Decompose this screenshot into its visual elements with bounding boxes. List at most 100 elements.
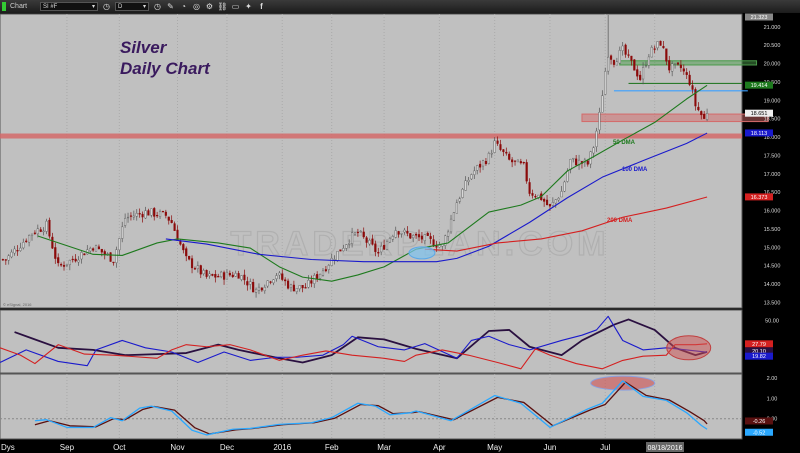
- candle: [706, 113, 709, 120]
- candle: [257, 286, 261, 291]
- candle: [51, 236, 54, 249]
- month-label: Mar: [377, 443, 391, 452]
- candle: [150, 208, 153, 216]
- candle: [129, 215, 133, 217]
- clock-icon[interactable]: ◷: [153, 2, 162, 11]
- candle: [447, 231, 450, 237]
- candle: [356, 231, 359, 234]
- candle: [647, 56, 650, 66]
- candle: [609, 55, 613, 60]
- candle: [630, 55, 633, 61]
- value-tag-label: 18.651: [751, 111, 768, 117]
- clock-icon[interactable]: ◷: [102, 2, 111, 11]
- candle: [621, 45, 624, 51]
- month-label: May: [487, 443, 502, 452]
- symbol-input[interactable]: SI #F ▾: [40, 2, 98, 11]
- price-tick: 17.500: [764, 153, 781, 159]
- candle: [80, 252, 83, 260]
- candle: [173, 223, 176, 231]
- candle: [190, 258, 194, 269]
- candle: [449, 218, 453, 233]
- price-tick: 14.000: [764, 282, 781, 288]
- candle: [167, 216, 170, 221]
- candle: [516, 159, 520, 163]
- candle: [240, 275, 243, 280]
- pencil-icon[interactable]: ✎: [166, 2, 175, 11]
- candle: [132, 215, 135, 218]
- value-tag-label: -0.26: [753, 419, 766, 425]
- candle: [278, 272, 281, 276]
- candle: [202, 270, 205, 275]
- candle: [1, 259, 4, 261]
- link-icon[interactable]: ⛓: [217, 2, 227, 11]
- candle: [185, 248, 188, 257]
- candle: [374, 243, 377, 252]
- candle: [220, 271, 223, 278]
- candle: [339, 249, 342, 252]
- candle: [554, 199, 557, 204]
- candle: [551, 202, 554, 206]
- candle: [252, 282, 255, 293]
- candle: [703, 114, 706, 119]
- candle: [295, 288, 298, 292]
- candle: [164, 211, 167, 216]
- candle: [208, 273, 211, 277]
- candle: [385, 241, 389, 250]
- price-tick: 14.500: [764, 264, 781, 270]
- twitter-icon[interactable]: ✦: [244, 2, 253, 11]
- candle: [182, 244, 185, 251]
- candle: [112, 261, 115, 264]
- candle: [25, 240, 28, 242]
- osc2-tick: 1.00: [767, 396, 778, 402]
- candle: [170, 220, 173, 223]
- candle: [563, 181, 566, 192]
- comment-icon[interactable]: ▭: [231, 2, 240, 11]
- interval-select[interactable]: D ▾: [115, 2, 149, 11]
- candle: [22, 242, 25, 249]
- candle: [377, 252, 380, 254]
- candle: [292, 284, 295, 292]
- candle: [307, 279, 310, 288]
- cursor-icon[interactable]: ◔: [179, 2, 188, 11]
- candle: [508, 153, 511, 160]
- candle: [249, 281, 252, 285]
- candle: [397, 231, 400, 235]
- candle: [141, 213, 144, 218]
- candle: [153, 208, 156, 217]
- candle: [691, 85, 694, 90]
- candle: [624, 44, 627, 55]
- month-label: 2016: [273, 443, 291, 452]
- chart-grip-icon: [2, 2, 6, 11]
- candle: [688, 74, 691, 85]
- candle: [301, 285, 304, 289]
- silver-daily-chart[interactable]: TRADERPLAN.COMSilverDaily Chart© eSignal…: [0, 13, 800, 453]
- toolbar: Chart SI #F ▾ ◷ D ▾ ◷ ✎ ◔ ◎ ⚙ ⛓ ▭ ✦ f: [0, 0, 800, 13]
- candle: [545, 199, 549, 206]
- candle: [321, 270, 325, 276]
- candle: [406, 230, 409, 234]
- facebook-icon[interactable]: f: [257, 2, 266, 11]
- candle: [650, 47, 653, 58]
- gear-icon[interactable]: ⚙: [205, 2, 214, 11]
- target-icon[interactable]: ◎: [192, 2, 201, 11]
- candle: [74, 258, 77, 262]
- candle: [383, 245, 386, 250]
- candle: [316, 274, 319, 279]
- value-tag-label: 18.113: [751, 131, 767, 137]
- candle: [400, 233, 403, 235]
- candle: [42, 230, 45, 233]
- candle: [103, 251, 106, 255]
- candle: [694, 89, 697, 107]
- candle: [263, 287, 266, 292]
- candle: [548, 204, 552, 207]
- candle: [604, 71, 607, 95]
- osc1-tick: 50.00: [765, 319, 779, 325]
- candle: [211, 273, 214, 276]
- candle: [566, 170, 569, 182]
- symbol-value: SI #F: [43, 3, 58, 10]
- candle: [682, 68, 685, 72]
- candle: [522, 161, 525, 164]
- candle: [438, 245, 441, 248]
- candle: [595, 130, 598, 147]
- candle: [403, 229, 406, 233]
